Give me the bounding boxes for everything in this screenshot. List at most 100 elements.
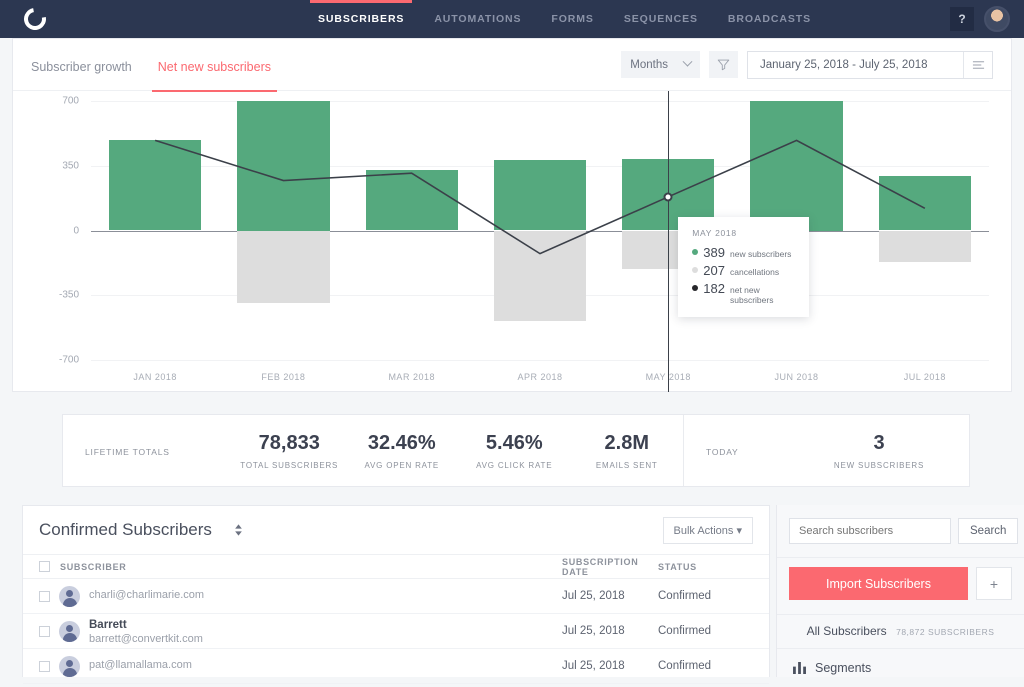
row-checkbox[interactable] xyxy=(39,661,50,672)
import-subscribers-button[interactable]: Import Subscribers xyxy=(789,567,968,600)
convertkit-logo[interactable] xyxy=(0,8,70,30)
row-checkbox[interactable] xyxy=(39,626,50,637)
nav-item-automations[interactable]: AUTOMATIONS xyxy=(434,0,521,38)
stat-item: 5.46% AVG CLICK RATE xyxy=(458,432,571,470)
y-axis-tick-label: 700 xyxy=(62,96,79,107)
subscriber-email: pat@llamallama.com xyxy=(89,659,562,673)
nav-label-automations: AUTOMATIONS xyxy=(434,13,521,25)
add-subscriber-button[interactable]: + xyxy=(976,567,1012,600)
tooltip-row: 389 new subscribers xyxy=(692,245,795,260)
nav-item-forms[interactable]: FORMS xyxy=(551,0,593,38)
x-axis-tick-label: JAN 2018 xyxy=(91,372,219,382)
interval-select-value: Months xyxy=(630,59,668,71)
tooltip-label: cancellations xyxy=(730,267,779,277)
subscriber-email: charli@charlimarie.com xyxy=(89,589,562,603)
all-subscribers-label: All Subscribers xyxy=(807,624,887,638)
segments-label: Segments xyxy=(815,661,871,675)
table-row[interactable]: pat@llamallama.comJul 25, 2018Confirmed xyxy=(23,649,769,684)
cell-subscriber: pat@llamallama.com xyxy=(89,659,562,673)
tooltip-dot xyxy=(692,285,698,291)
select-all-checkbox[interactable] xyxy=(39,561,50,572)
subscribers-table-body: charli@charlimarie.comJul 25, 2018Confir… xyxy=(23,579,769,684)
filter-button[interactable] xyxy=(709,51,738,78)
stat-value: 2.8M xyxy=(571,432,684,455)
list-lines-icon xyxy=(972,60,985,70)
today-stats-group: 3NEW SUBSCRIBERS xyxy=(789,432,969,470)
sort-toggle[interactable] xyxy=(234,524,243,536)
bulk-actions-button[interactable]: Bulk Actions ▾ xyxy=(663,517,754,544)
x-axis-tick-label: MAR 2018 xyxy=(348,372,476,382)
interval-select[interactable]: Months xyxy=(621,51,700,78)
column-header-subscriber[interactable]: SUBSCRIBER xyxy=(60,562,562,572)
nav-item-sequences[interactable]: SEQUENCES xyxy=(624,0,698,38)
stat-value: 32.46% xyxy=(346,432,459,455)
sidebar-item-segments[interactable]: Segments xyxy=(777,649,1024,687)
tab-subscriber-growth[interactable]: Subscriber growth xyxy=(31,39,132,91)
cell-status: Confirmed xyxy=(658,660,753,672)
cell-subscriber: Barrettbarrett@convertkit.com xyxy=(89,615,562,647)
cell-status: Confirmed xyxy=(658,590,753,602)
x-axis-tick-label: JUL 2018 xyxy=(861,372,989,382)
chart-gridline: -700 xyxy=(91,360,989,361)
search-button[interactable]: Search xyxy=(958,518,1018,544)
table-row[interactable]: charli@charlimarie.comJul 25, 2018Confir… xyxy=(23,579,769,614)
tooltip-row: 207 cancellations xyxy=(692,263,795,278)
chevron-down-icon xyxy=(683,57,693,67)
tab-net-new-subscribers[interactable]: Net new subscribers xyxy=(158,39,271,91)
tooltip-value: 207 xyxy=(703,263,725,278)
help-icon[interactable]: ? xyxy=(950,7,974,31)
stat-value: 78,833 xyxy=(233,432,346,455)
tooltip-value: 182 xyxy=(703,281,725,296)
stats-summary-bar: LIFETIME TOTALS 78,833TOTAL SUBSCRIBERS3… xyxy=(62,414,970,487)
tooltip-label: net new subscribers xyxy=(730,285,795,305)
y-axis-tick-label: -700 xyxy=(59,355,79,366)
lifetime-totals-label-wrap: LIFETIME TOTALS xyxy=(63,442,233,460)
y-axis-tick-label: 0 xyxy=(73,225,79,236)
table-header-row: SUBSCRIBER SUBSCRIPTION DATE STATUS xyxy=(23,554,769,579)
chart-panel: Subscriber growth Net new subscribers Mo… xyxy=(12,38,1012,392)
column-header-status[interactable]: STATUS xyxy=(658,562,753,572)
top-navigation-bar: SUBSCRIBERS AUTOMATIONS FORMS SEQUENCES … xyxy=(0,0,1024,38)
net-new-subscribers-line xyxy=(91,101,989,360)
tooltip-dot xyxy=(692,267,698,273)
avatar xyxy=(59,621,80,642)
user-avatar[interactable] xyxy=(984,6,1010,32)
search-input[interactable] xyxy=(789,518,951,544)
stat-label: TOTAL SUBSCRIBERS xyxy=(233,461,346,470)
cell-subscription-date: Jul 25, 2018 xyxy=(562,625,658,637)
y-axis-tick-label: -350 xyxy=(59,290,79,301)
subscribers-sidebar: Search Import Subscribers + All Subscrib… xyxy=(776,505,1024,677)
row-checkbox[interactable] xyxy=(39,591,50,602)
tooltip-row: 182 net new subscribers xyxy=(692,281,795,305)
x-axis-tick-label: JUN 2018 xyxy=(732,372,860,382)
stat-item: 78,833 TOTAL SUBSCRIBERS xyxy=(233,432,346,470)
today-label-wrap: TODAY xyxy=(684,442,789,460)
cell-subscriber: charli@charlimarie.com xyxy=(89,589,562,603)
nav-item-broadcasts[interactable]: BROADCASTS xyxy=(728,0,811,38)
tooltip-value: 389 xyxy=(703,245,725,260)
chevron-down-icon xyxy=(234,531,243,536)
search-group: Search xyxy=(777,505,1024,557)
nav-item-subscribers[interactable]: SUBSCRIBERS xyxy=(318,0,404,38)
chart-controls: Months January 25, 2018 - July 25, 2018 xyxy=(621,51,993,79)
stat-value: 5.46% xyxy=(458,432,571,455)
chart-plot-area[interactable]: 7003500-350-700JAN 2018FEB 2018MAR 2018A… xyxy=(91,101,989,360)
nav-label-sequences: SEQUENCES xyxy=(624,13,698,25)
segments-icon xyxy=(793,662,806,674)
page-title: Confirmed Subscribers xyxy=(39,520,212,540)
all-subscribers-count: 78,872 SUBSCRIBERS xyxy=(896,627,994,637)
nav-label-subscribers: SUBSCRIBERS xyxy=(318,13,404,25)
cell-subscription-date: Jul 25, 2018 xyxy=(562,660,658,672)
table-row[interactable]: Barrettbarrett@convertkit.comJul 25, 201… xyxy=(23,614,769,649)
date-range-menu-icon[interactable] xyxy=(963,52,992,78)
all-subscribers-item[interactable]: All Subscribers 78,872 SUBSCRIBERS xyxy=(777,614,1024,649)
tooltip-title: MAY 2018 xyxy=(692,228,795,238)
stat-label: AVG CLICK RATE xyxy=(458,461,571,470)
chevron-up-icon xyxy=(234,524,243,529)
stat-label: EMAILS SENT xyxy=(571,461,684,470)
date-range-picker[interactable]: January 25, 2018 - July 25, 2018 xyxy=(747,51,993,79)
tooltip-label: new subscribers xyxy=(730,249,791,259)
chart-hover-point xyxy=(664,192,673,201)
column-header-subscription-date[interactable]: SUBSCRIPTION DATE xyxy=(562,557,658,577)
avatar xyxy=(59,586,80,607)
